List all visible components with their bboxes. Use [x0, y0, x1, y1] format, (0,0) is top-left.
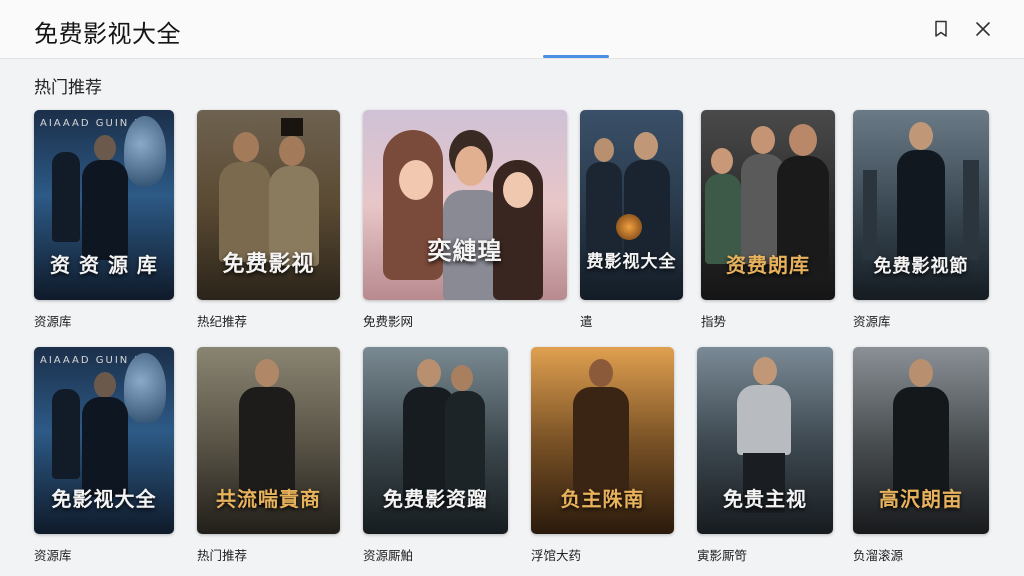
poster-figure	[233, 132, 259, 162]
section-title: 热门推荐	[34, 78, 102, 98]
movie-card[interactable]: 共流喘責商 热门推荐	[197, 347, 340, 564]
poster-figure	[737, 385, 791, 455]
movie-card[interactable]: 费影视大全 遣	[580, 110, 683, 330]
close-icon[interactable]	[972, 18, 994, 40]
poster-figure	[616, 214, 642, 240]
movie-caption: 负溜滚源	[853, 548, 904, 563]
poster-figure	[445, 391, 485, 491]
movie-caption: 免费影网	[363, 314, 414, 329]
poster-title: 免费影资蹓	[383, 487, 488, 511]
movie-card[interactable]: 资费朗库 指势	[701, 110, 835, 330]
poster-figure	[863, 170, 877, 260]
poster-figure	[82, 397, 128, 497]
poster-title: 负主陎南	[560, 487, 645, 511]
poster-title: 费影视大全	[586, 252, 677, 272]
movie-poster: 资费朗库	[701, 110, 835, 300]
poster-figure	[455, 146, 487, 186]
movie-caption: 寅影厮笴	[697, 548, 748, 563]
poster-figure	[963, 160, 979, 260]
poster-figure	[52, 389, 80, 479]
movie-poster: 共流喘責商	[197, 347, 340, 534]
movie-card[interactable]: 免贵主视 寅影厮笴	[697, 347, 833, 564]
movie-poster: 免费影视	[197, 110, 340, 300]
poster-figure	[451, 365, 473, 391]
poster-figure	[503, 172, 533, 208]
poster-figure	[624, 160, 670, 260]
poster-figure	[909, 359, 933, 387]
poster-figure	[909, 122, 933, 150]
movie-card[interactable]: AIAAAD GUIN U 资 资 源 库 资源库	[34, 110, 174, 330]
poster-figure	[82, 160, 128, 260]
poster-figure	[594, 138, 614, 162]
poster-title: 资费朗库	[726, 253, 810, 277]
poster-figure	[52, 152, 80, 242]
poster-figure	[124, 353, 166, 423]
poster-figure	[586, 162, 622, 252]
movie-card[interactable]: 负主陎南 浮馆大药	[531, 347, 674, 564]
poster-title: 免贵主视	[723, 487, 807, 511]
movie-caption: 热门推荐	[197, 548, 248, 563]
movie-card[interactable]: AIAAAD GUIN U 免影视大全 资源库	[34, 347, 174, 564]
movie-card[interactable]: 免费影资蹓 资源厮鮊	[363, 347, 508, 564]
poster-figure	[751, 126, 775, 154]
movie-poster: 高沢朗亩	[853, 347, 989, 534]
movie-card[interactable]: 奕縺瑝 免费影网	[363, 110, 567, 330]
movie-card[interactable]: 高沢朗亩 负溜滚源	[853, 347, 989, 564]
poster-figure	[753, 357, 777, 385]
movie-poster: 费影视大全	[580, 110, 683, 300]
movie-poster: 免费影资蹓	[363, 347, 508, 534]
poster-figure	[711, 148, 733, 174]
movie-poster: AIAAAD GUIN U 免影视大全	[34, 347, 174, 534]
poster-title: 共流喘責商	[216, 487, 321, 511]
poster-title: 免影视大全	[51, 487, 157, 511]
poster-figure	[281, 118, 303, 136]
movie-caption: 浮馆大药	[531, 548, 582, 563]
bookmark-icon[interactable]	[930, 18, 952, 40]
movie-card[interactable]: 免费影视 热纪推荐	[197, 110, 340, 330]
movie-caption: 热纪推荐	[197, 314, 248, 329]
movie-caption: 资源库	[34, 548, 72, 563]
poster-figure	[279, 136, 305, 166]
poster-figure	[124, 116, 166, 186]
movie-poster: 负主陎南	[531, 347, 674, 534]
movie-caption: 资源厮鮊	[363, 548, 414, 563]
poster-figure	[94, 372, 116, 398]
poster-figure	[897, 150, 945, 260]
movie-caption: 资源库	[34, 314, 72, 329]
app-title: 免费影视大全	[34, 20, 181, 48]
movie-poster: AIAAAD GUIN U 资 资 源 库	[34, 110, 174, 300]
top-bar: 免费影视大全	[0, 0, 1024, 59]
movie-card[interactable]: 免费影视節 资源库	[853, 110, 989, 330]
movie-caption: 指势	[701, 314, 727, 329]
poster-title: 免费影视	[222, 252, 315, 277]
poster-figure	[94, 135, 116, 161]
poster-figure	[417, 359, 441, 387]
movie-poster: 免贵主视	[697, 347, 833, 534]
poster-title: 免费影视節	[873, 256, 969, 277]
movie-caption: 资源库	[853, 314, 891, 329]
poster-figure	[589, 359, 613, 387]
poster-title: 奕縺瑝	[427, 237, 503, 265]
movie-poster: 奕縺瑝	[363, 110, 567, 300]
movie-caption: 遣	[580, 314, 593, 329]
poster-figure	[255, 359, 279, 387]
poster-title: 资 资 源 库	[50, 253, 158, 277]
active-tab-indicator	[543, 55, 609, 58]
poster-figure	[399, 160, 433, 200]
poster-figure	[634, 132, 658, 160]
poster-figure	[789, 124, 817, 156]
movie-poster: 免费影视節	[853, 110, 989, 300]
poster-title: 高沢朗亩	[879, 487, 963, 511]
